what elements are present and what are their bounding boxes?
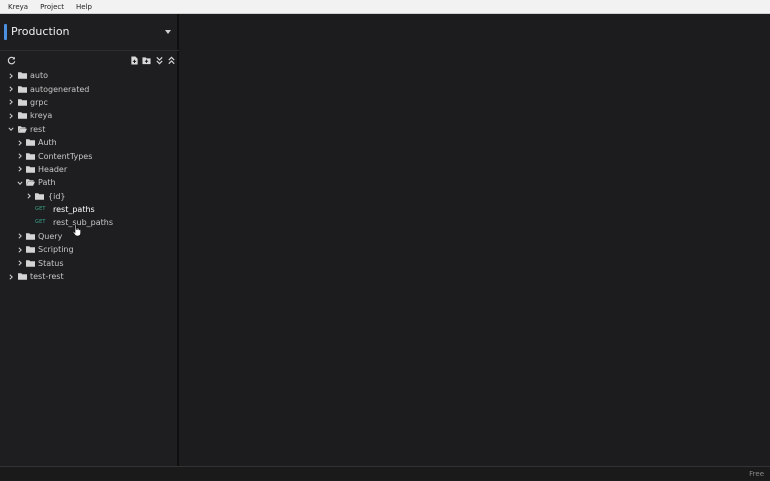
tree-folder-row[interactable]: test-rest: [0, 270, 179, 283]
folder-icon: [26, 246, 35, 253]
caret-down-icon: [165, 30, 171, 34]
tree-item-label: Query: [38, 231, 63, 241]
tree-folder-row[interactable]: Path: [0, 176, 179, 189]
tree-folder-row[interactable]: Status: [0, 256, 179, 269]
environment-accent: [4, 24, 7, 40]
http-method-badge: GET: [35, 206, 46, 213]
tree-folder-row[interactable]: autogenerated: [0, 82, 179, 95]
menu-project[interactable]: Project: [40, 0, 64, 14]
new-folder-icon[interactable]: [141, 55, 152, 66]
tree-item-label: rest: [30, 124, 46, 134]
chevron-right-icon[interactable]: [8, 273, 14, 280]
tree-toolbar: [0, 54, 179, 68]
folder-open-icon: [26, 179, 35, 187]
folder-icon: [26, 259, 35, 267]
folder-icon: [18, 72, 27, 79]
new-file-icon[interactable]: [129, 55, 140, 66]
http-method-badge: GET: [35, 219, 46, 226]
tree-folder-row[interactable]: grpc: [0, 96, 179, 109]
tree-folder-row[interactable]: {id}: [0, 190, 179, 203]
chevron-right-icon[interactable]: [17, 140, 23, 146]
menu-bar: Kreya Project Help: [0, 0, 770, 14]
folder-icon: [35, 193, 44, 200]
tree-item-label: {id}: [48, 191, 66, 201]
chevron-right-icon[interactable]: [8, 113, 14, 119]
tree-operation-row[interactable]: GET rest_sub_paths: [0, 216, 179, 229]
chevron-right-icon[interactable]: [17, 166, 23, 172]
tree-item-label: auto: [30, 71, 49, 81]
tree-item-label: Scripting: [38, 245, 74, 255]
tree-item-label: autogenerated: [30, 84, 90, 94]
tree-folder-row[interactable]: rest: [0, 123, 179, 136]
chevron-down-icon[interactable]: [17, 180, 23, 186]
tree-item-label: kreya: [30, 111, 53, 121]
tree-item-label: Auth: [38, 138, 57, 148]
chevrons-up-icon[interactable]: [166, 55, 177, 66]
folder-icon: [18, 99, 27, 106]
menu-kreya[interactable]: Kreya: [8, 0, 28, 14]
tree-item-label: test-rest: [30, 272, 64, 282]
tree-item-label: Status: [38, 258, 64, 268]
tree-item-label: Header: [38, 164, 68, 174]
folder-icon: [18, 112, 27, 120]
chevron-right-icon[interactable]: [26, 193, 32, 199]
hand-cursor-icon: [72, 224, 81, 237]
folder-icon: [18, 85, 27, 93]
folder-icon: [26, 152, 35, 160]
folder-open-icon: [18, 126, 27, 133]
menu-help[interactable]: Help: [76, 0, 92, 14]
tree-folder-row[interactable]: Auth: [0, 136, 179, 149]
tree-folder-row[interactable]: Scripting: [0, 243, 179, 256]
chevron-right-icon[interactable]: [8, 99, 14, 106]
folder-icon: [18, 273, 27, 280]
tree-folder-row[interactable]: Query: [0, 230, 179, 243]
environment-selector[interactable]: Production: [0, 14, 179, 51]
chevron-right-icon[interactable]: [17, 247, 23, 253]
tree-operation-row[interactable]: GET rest_paths: [0, 203, 179, 216]
folder-icon: [26, 233, 35, 240]
chevron-right-icon[interactable]: [17, 153, 23, 159]
tree-item-label: rest_paths: [53, 205, 95, 215]
tree-folder-row[interactable]: ContentTypes: [0, 149, 179, 162]
tree-folder-row[interactable]: kreya: [0, 109, 179, 122]
tree-item-label: grpc: [30, 97, 48, 107]
tree-folder-row[interactable]: Header: [0, 163, 179, 176]
chevron-right-icon[interactable]: [17, 260, 23, 266]
environment-name: Production: [11, 25, 70, 38]
refresh-icon[interactable]: [6, 55, 17, 66]
tree-item-label: rest_sub_paths: [53, 218, 114, 228]
folder-icon: [26, 166, 35, 173]
folder-icon: [26, 139, 35, 146]
chevron-right-icon[interactable]: [17, 233, 23, 239]
chevron-down-icon[interactable]: [8, 126, 14, 132]
tree-item-label: ContentTypes: [38, 151, 93, 161]
status-bar: Free: [0, 466, 770, 480]
license-plan: Free: [749, 470, 764, 478]
chevron-right-icon[interactable]: [8, 73, 14, 79]
chevron-right-icon[interactable]: [8, 86, 14, 92]
tree-item-label: Path: [38, 178, 56, 188]
tree-folder-row[interactable]: auto: [0, 69, 179, 82]
collection-tree: auto autogenerated grpc kreya rest Auth Conten…: [0, 69, 179, 283]
chevrons-down-icon[interactable]: [154, 55, 165, 66]
sidebar: Production auto autogenerated grpc kreya res…: [0, 14, 179, 466]
main-panel: [181, 14, 770, 466]
